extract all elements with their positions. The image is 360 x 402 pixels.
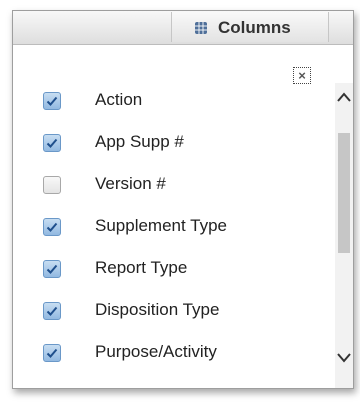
checkbox[interactable] <box>43 92 61 110</box>
column-item-label: Version # <box>95 174 166 193</box>
columns-grid-icon <box>195 22 207 34</box>
checkbox[interactable] <box>43 302 61 320</box>
column-chooser-panel: Columns × Action App Supp # Version # Su… <box>12 10 354 389</box>
checkmark-icon <box>46 138 58 148</box>
column-item-version[interactable]: Version # <box>43 169 333 199</box>
close-button[interactable]: × <box>293 67 311 84</box>
scrollbar-thumb[interactable] <box>338 133 350 253</box>
checkmark-icon <box>46 222 58 232</box>
chevron-up-icon <box>337 92 351 102</box>
column-item-app-supp[interactable]: App Supp # <box>43 127 333 157</box>
column-item-action[interactable]: Action <box>43 85 333 115</box>
columns-button-label: Columns <box>218 18 291 37</box>
columns-button[interactable]: Columns <box>171 12 329 42</box>
chevron-down-icon <box>337 353 351 363</box>
column-item-supplement-type[interactable]: Supplement Type <box>43 211 333 241</box>
column-item-label: Purpose/Activity <box>95 342 217 361</box>
checkmark-icon <box>46 96 58 106</box>
column-item-label: Report Type <box>95 258 188 277</box>
column-item-disposition-type[interactable]: Disposition Type <box>43 295 333 325</box>
scroll-up-button[interactable] <box>335 87 353 107</box>
checkbox[interactable] <box>43 218 61 236</box>
checkbox[interactable] <box>43 260 61 278</box>
vertical-scrollbar[interactable] <box>335 83 353 388</box>
toolbar: Columns <box>13 11 353 45</box>
checkmark-icon <box>46 306 58 316</box>
column-item-purpose-activity[interactable]: Purpose/Activity <box>43 337 333 367</box>
column-item-label: Action <box>95 90 143 109</box>
checkbox[interactable] <box>43 176 61 194</box>
checkbox[interactable] <box>43 344 61 362</box>
column-item-label: Disposition Type <box>95 300 220 319</box>
column-item-label: Supplement Type <box>95 216 227 235</box>
column-item-report-type[interactable]: Report Type <box>43 253 333 283</box>
column-list: Action App Supp # Version # Supplement T… <box>13 83 333 388</box>
scroll-down-button[interactable] <box>335 347 353 367</box>
checkmark-icon <box>46 348 58 358</box>
checkmark-icon <box>46 264 58 274</box>
checkbox[interactable] <box>43 134 61 152</box>
column-item-label: App Supp # <box>95 132 184 151</box>
close-icon: × <box>298 68 306 83</box>
